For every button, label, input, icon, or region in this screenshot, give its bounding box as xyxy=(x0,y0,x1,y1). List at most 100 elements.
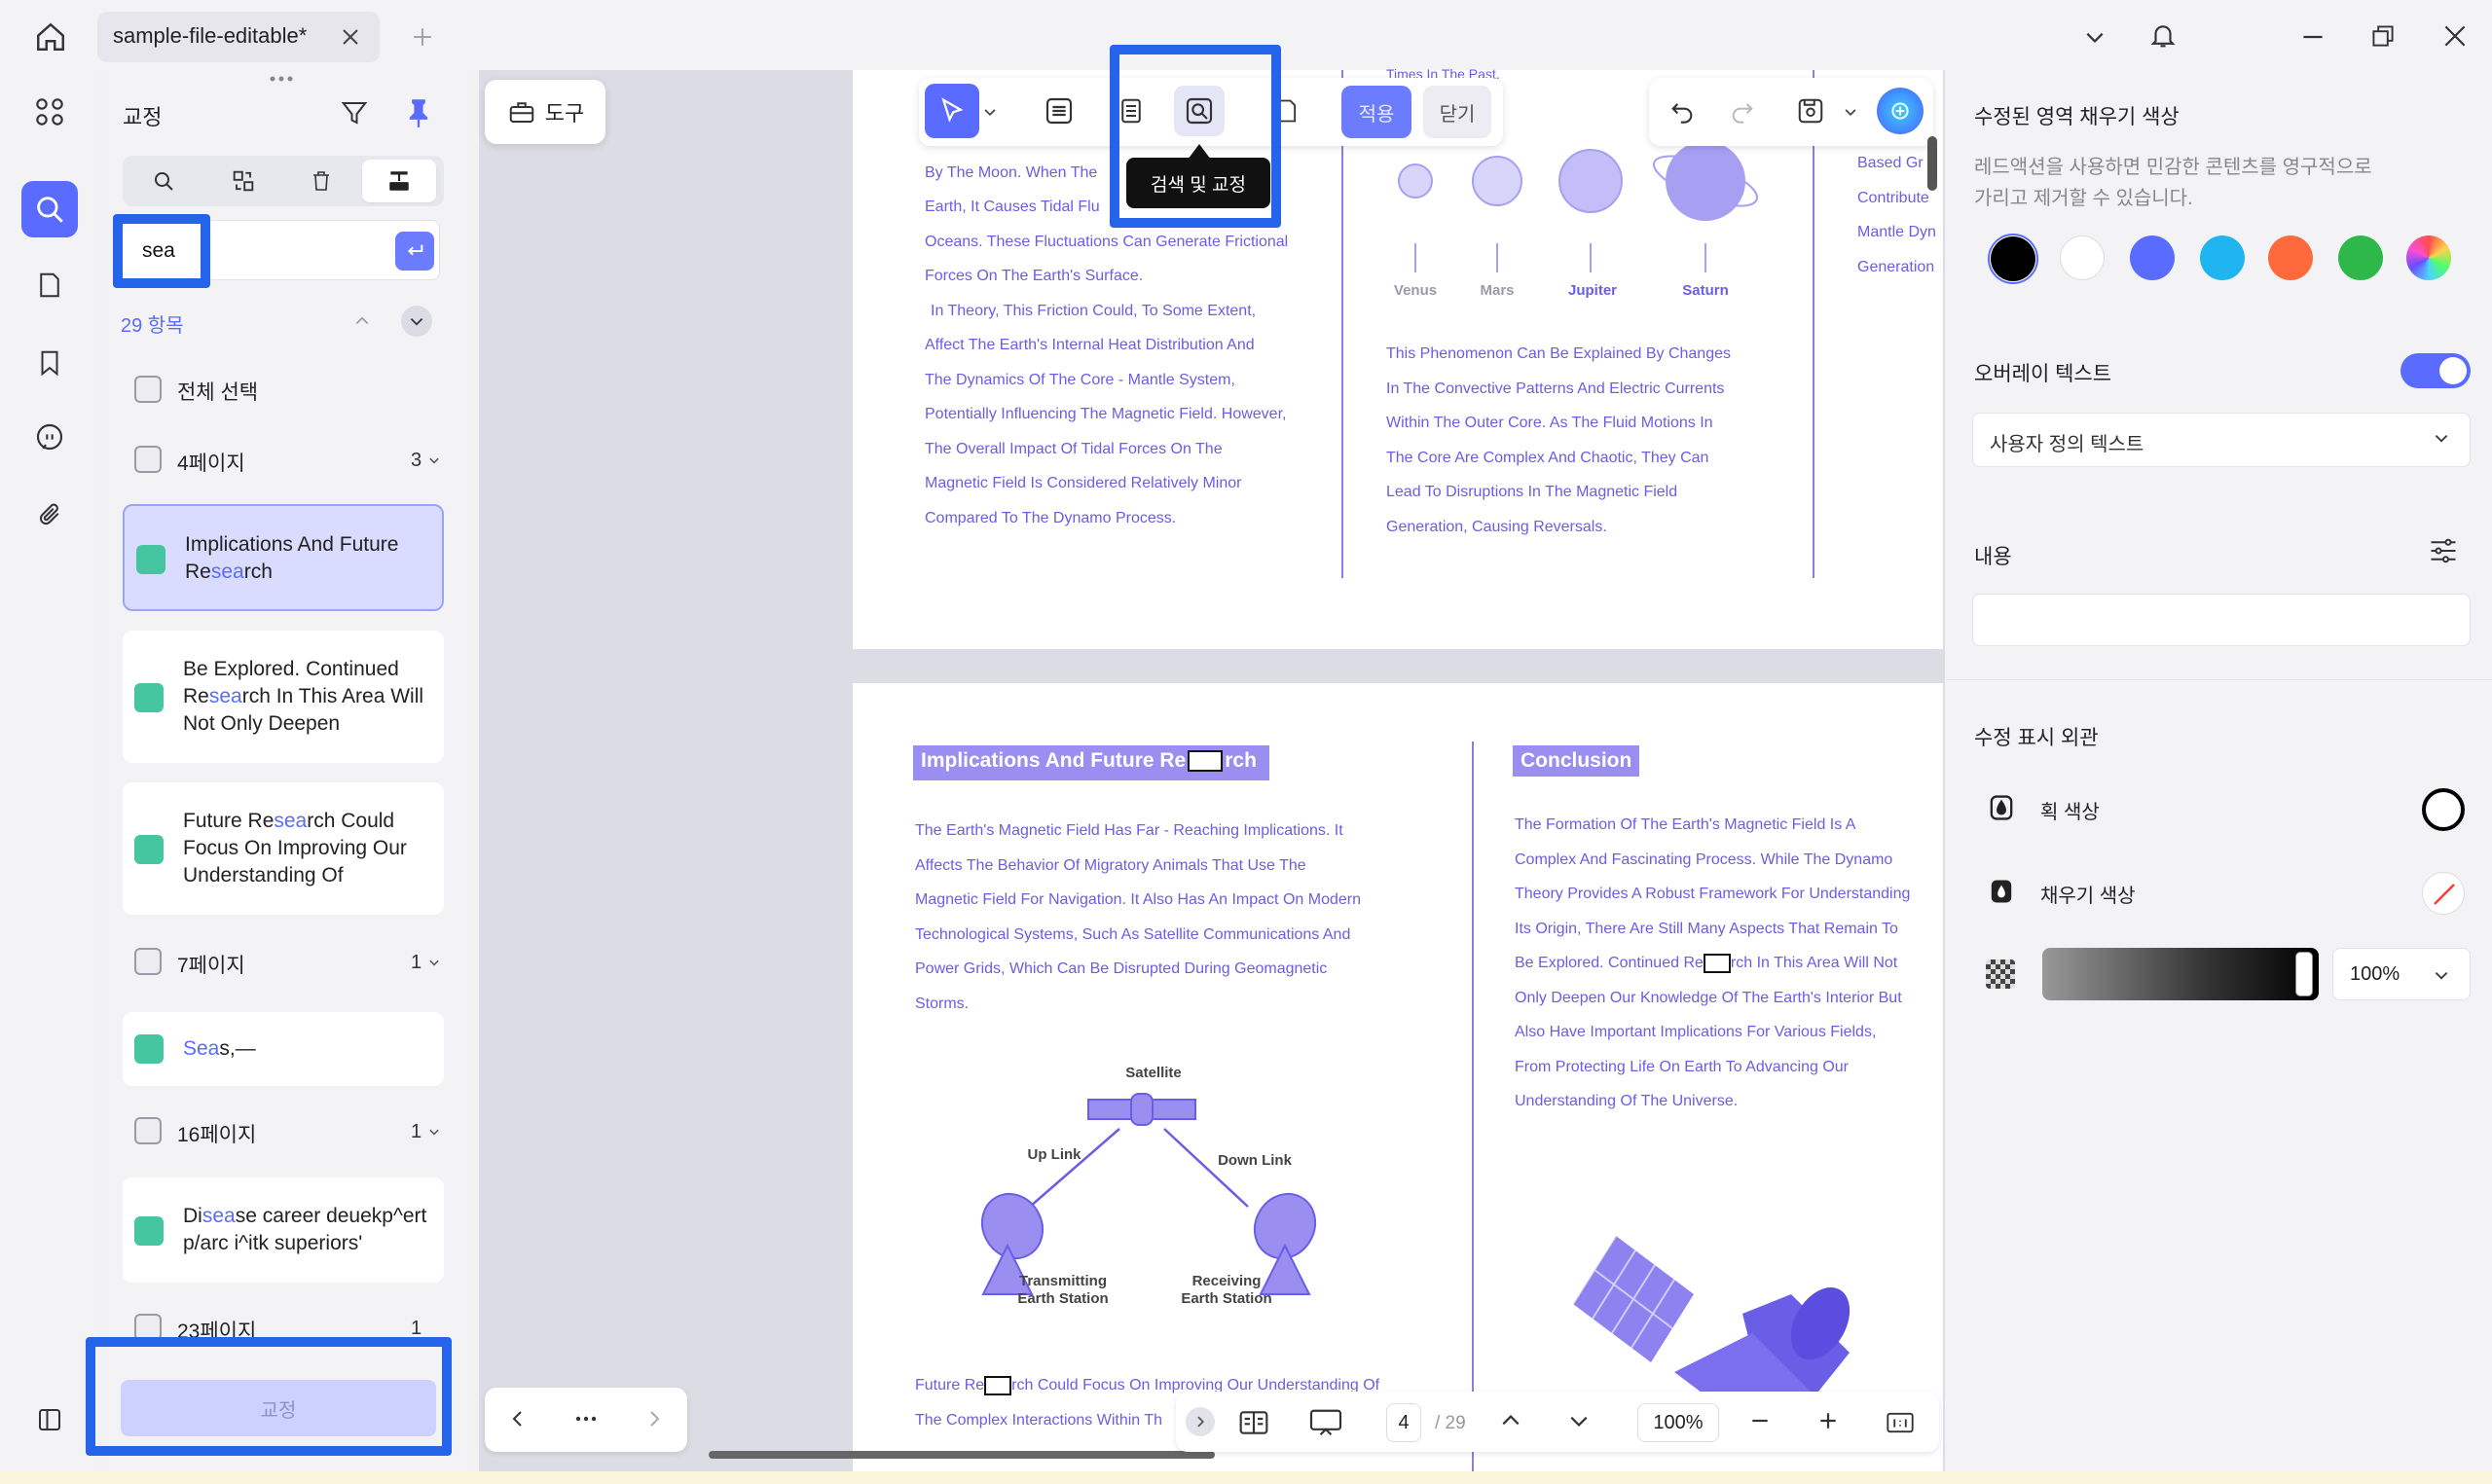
prev-icon[interactable] xyxy=(498,1399,537,1438)
fill-color-picker[interactable] xyxy=(2422,872,2465,915)
new-tab-icon[interactable] xyxy=(407,21,438,53)
group-chevron-icon[interactable] xyxy=(428,957,440,968)
group-chevron-icon[interactable] xyxy=(428,1126,440,1138)
comment-icon[interactable] xyxy=(21,409,78,465)
chevron-down-icon[interactable] xyxy=(2077,19,2112,54)
fill-color-label: 채우기 색상 xyxy=(2040,886,2136,907)
group-chevron-icon[interactable] xyxy=(428,454,440,466)
group-checkbox[interactable] xyxy=(134,948,162,975)
search-highlight-frame xyxy=(113,214,210,288)
reading-mode-icon[interactable] xyxy=(1234,1403,1273,1442)
minimize-icon[interactable] xyxy=(2293,19,2332,54)
enter-search-button[interactable] xyxy=(395,232,434,271)
page-column: The Earth's Magnetic Field Has Far - Rea… xyxy=(915,822,1361,1012)
stroke-color-picker[interactable] xyxy=(2422,788,2465,831)
group-count: 1 xyxy=(411,1121,422,1142)
zoom-out-icon[interactable] xyxy=(1742,1403,1777,1438)
undo-icon[interactable] xyxy=(1661,90,1704,132)
result-item[interactable]: Implications And Future Research xyxy=(123,504,444,611)
result-item[interactable]: Disease career deuekp^ert p/arc i^itk su… xyxy=(123,1177,444,1283)
vertical-scrollbar[interactable] xyxy=(1927,136,1937,191)
select-all-label: 전체 선택 xyxy=(177,381,259,404)
content-input[interactable] xyxy=(1972,594,2471,646)
select-cursor-icon[interactable] xyxy=(925,84,979,138)
delete-mode-icon[interactable] xyxy=(284,160,358,202)
chevron-down-icon[interactable] xyxy=(2434,967,2449,983)
chevron-down-circle-icon[interactable] xyxy=(401,306,432,337)
result-item[interactable]: Be Explored. Continued Research In This … xyxy=(123,631,444,763)
properties-panel xyxy=(1947,70,2492,1484)
attachment-icon[interactable] xyxy=(21,487,78,543)
page-down-icon[interactable] xyxy=(1561,1403,1596,1438)
zoom-in-icon[interactable] xyxy=(1811,1403,1846,1438)
chevron-down-icon[interactable] xyxy=(983,105,997,119)
select-all-checkbox[interactable] xyxy=(134,376,162,403)
result-item[interactable]: Seas,— xyxy=(123,1012,444,1086)
area-redact-icon[interactable] xyxy=(1038,90,1081,132)
page-number-input[interactable]: 4 xyxy=(1386,1403,1421,1442)
drag-handle-icon[interactable] xyxy=(267,74,296,86)
redact-mode-icon[interactable] xyxy=(362,160,436,202)
opacity-slider[interactable] xyxy=(2042,948,2319,1000)
color-swatch-cyan[interactable] xyxy=(2200,235,2245,280)
tooltip: 검색 및 교정 xyxy=(1126,158,1270,208)
color-swatch-white[interactable] xyxy=(2060,235,2105,280)
page-up-icon[interactable] xyxy=(1493,1403,1528,1438)
redact-item-icon xyxy=(134,1034,164,1064)
more-icon[interactable] xyxy=(567,1399,605,1438)
color-swatch-custom[interactable] xyxy=(2406,235,2451,280)
close-toolbar-button[interactable]: 닫기 xyxy=(1423,86,1491,138)
search-icon[interactable] xyxy=(21,181,78,237)
section-heading: Conclusion xyxy=(1513,745,1640,777)
replace-mode-icon[interactable] xyxy=(206,160,280,202)
group-checkbox[interactable] xyxy=(134,1117,162,1144)
planet-mars xyxy=(1472,156,1522,206)
next-icon[interactable] xyxy=(635,1399,674,1438)
opacity-slider-handle[interactable] xyxy=(2295,952,2313,996)
group-checkbox[interactable] xyxy=(134,446,162,473)
color-swatch-green[interactable] xyxy=(2338,235,2383,280)
chevron-down-icon[interactable] xyxy=(2434,430,2449,446)
thumbnails-grid-icon[interactable] xyxy=(21,84,78,140)
solar-panel-right xyxy=(1152,1099,1196,1120)
expand-icon[interactable] xyxy=(1186,1407,1215,1436)
stroke-color-icon xyxy=(1986,792,2017,823)
color-swatch-black[interactable] xyxy=(1991,236,2035,281)
chevron-up-icon[interactable] xyxy=(348,308,376,335)
opacity-value: 100% xyxy=(2350,963,2400,985)
redo-icon[interactable] xyxy=(1721,90,1764,132)
result-text: Implications And Future Research xyxy=(185,533,399,583)
save-icon[interactable] xyxy=(1789,90,1832,132)
search-mode-icon[interactable] xyxy=(127,160,201,202)
redaction-box[interactable] xyxy=(1188,750,1224,773)
settings-sliders-icon[interactable] xyxy=(2424,531,2463,570)
redact-item-icon xyxy=(134,835,164,864)
ai-assistant-icon[interactable] xyxy=(1877,88,1924,134)
sidebar-toggle-icon[interactable] xyxy=(21,1392,78,1448)
horizontal-scrollbar[interactable] xyxy=(709,1451,1215,1459)
restore-window-icon[interactable] xyxy=(2364,18,2402,54)
chevron-down-icon[interactable] xyxy=(1844,105,1857,119)
appearance-title: 수정 표시 외관 xyxy=(1974,727,2099,749)
stroke-color-label: 획 색상 xyxy=(2040,802,2100,823)
color-swatch-orange[interactable] xyxy=(2268,235,2313,280)
filter-icon[interactable] xyxy=(335,93,374,132)
panel-title: 교정 xyxy=(123,105,163,129)
actual-size-icon[interactable] xyxy=(1881,1403,1920,1442)
zoom-level[interactable]: 100% xyxy=(1637,1403,1719,1442)
color-swatch-blue[interactable] xyxy=(2130,235,2175,280)
pin-icon[interactable] xyxy=(399,93,438,132)
redaction-box[interactable] xyxy=(984,1375,1012,1395)
bottom-edge xyxy=(0,1471,2492,1484)
close-window-icon[interactable] xyxy=(2436,18,2474,54)
presentation-icon[interactable] xyxy=(1304,1403,1347,1442)
close-tab-icon[interactable] xyxy=(335,21,366,53)
bookmark-icon[interactable] xyxy=(21,335,78,391)
redaction-box[interactable] xyxy=(1703,953,1731,973)
notification-bell-icon[interactable] xyxy=(2144,16,2182,54)
home-icon[interactable] xyxy=(27,18,74,56)
result-item[interactable]: Future Research Could Focus On Improving… xyxy=(123,782,444,915)
tools-button[interactable]: 도구 xyxy=(485,80,605,144)
apply-button[interactable]: 적용 xyxy=(1341,86,1411,138)
page-icon[interactable] xyxy=(21,257,78,313)
